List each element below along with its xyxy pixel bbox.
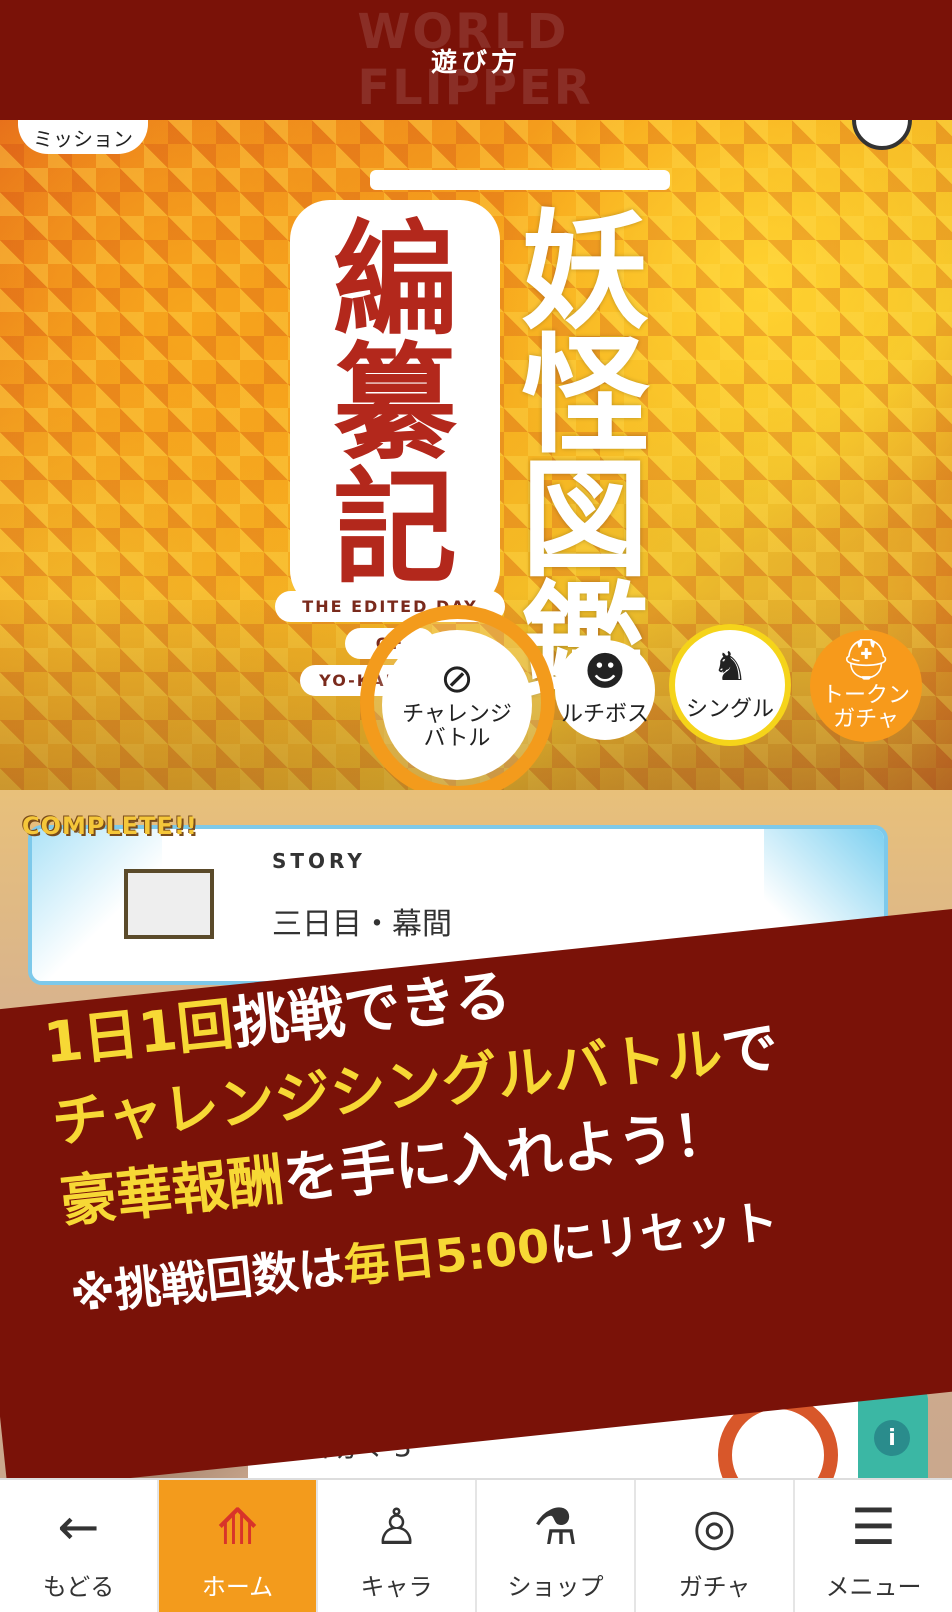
logo-plate: 編 纂 記 [290, 200, 500, 610]
story-label: STORY [272, 849, 366, 873]
character-icon: ♙ [374, 1498, 419, 1556]
logo-char-4: 妖 [520, 197, 649, 347]
promo-highlight-4: 毎日5:00 [340, 1218, 552, 1294]
nav-gacha[interactable]: ◎ ガチャ [634, 1480, 793, 1612]
logo-char-2: 纂 [332, 332, 457, 477]
nav-menu-label: メニュー [825, 1573, 922, 1601]
nav-home-label: ホーム [201, 1573, 274, 1601]
nav-character[interactable]: ♙ キャラ [316, 1480, 475, 1612]
nav-shop-label: ショップ [507, 1573, 604, 1601]
story-title: 三日目・幕間 [272, 907, 452, 942]
logo-bar-top [370, 170, 670, 190]
info-icon[interactable]: i [874, 1420, 910, 1456]
logo-right-title: 妖 怪 図 鑑 [505, 197, 665, 708]
shop-icon: ⚗ [533, 1498, 578, 1556]
logo-char-5: 怪 [520, 321, 649, 471]
challenge-battle-button[interactable]: ⊘ チャレンジ バトル [382, 630, 532, 780]
logo-char-6: 図 [520, 445, 649, 595]
menu-icon: ☰ [851, 1498, 896, 1556]
complete-badge: COMPLETE!! [22, 812, 198, 840]
nav-home[interactable]: ⟰ ホーム [157, 1480, 316, 1612]
home-flipper-icon: ⟰ [216, 1498, 259, 1556]
challenge-battle-label: チャレンジ バトル [402, 702, 512, 751]
how-to-play-title[interactable]: 遊び方 [431, 42, 521, 79]
nav-back[interactable]: ← もどる [0, 1480, 157, 1612]
single-button[interactable]: ♞ シングル [675, 630, 785, 740]
book-icon [124, 869, 214, 939]
nav-character-label: キャラ [360, 1573, 433, 1601]
token-gacha-label: トークン ガチャ [821, 683, 910, 732]
back-arrow-icon: ← [57, 1498, 100, 1556]
nav-menu[interactable]: ☰ メニュー [793, 1480, 952, 1612]
logo-char-1: 編 [332, 208, 457, 353]
oni-icon: ☻ [584, 649, 626, 695]
nav-back-label: もどる [42, 1573, 115, 1601]
event-banner[interactable]: ミッション 編 纂 記 妖 怪 図 鑑 THE EDITED DAY OF YO… [0, 120, 952, 790]
bottom-nav: ← もどる ⟰ ホーム ♙ キャラ ⚗ ショップ ◎ ガチャ ☰ メニュー [0, 1478, 952, 1612]
single-label: シングル [685, 697, 774, 722]
nav-shop[interactable]: ⚗ ショップ [475, 1480, 634, 1612]
app-header: WORLD FLIPPER 遊び方 [0, 0, 952, 120]
promo-text-4c: にリセット [546, 1194, 781, 1272]
gacha-icon: ◎ [692, 1498, 737, 1556]
logo-char-3: 記 [332, 456, 457, 601]
hat-icon: ⛑ [840, 637, 892, 683]
promo-highlight-3: 豪華報酬 [57, 1147, 288, 1236]
nav-gacha-label: ガチャ [678, 1573, 751, 1601]
multi-boss-button[interactable]: ☻ ルチボス [555, 640, 655, 740]
promo-text-4a: ※挑戦回数は [67, 1239, 347, 1323]
challenge-icon: ⊘ [440, 656, 474, 702]
promo-highlight-1: 1日1回 [40, 992, 237, 1077]
multi-boss-label: ルチボス [560, 702, 649, 727]
knight-icon: ♞ [712, 644, 748, 690]
mission-button[interactable]: ミッション [18, 120, 148, 154]
promo-text-2: で [718, 1015, 782, 1086]
token-gacha-button[interactable]: ⛑ トークン ガチャ [810, 630, 922, 742]
